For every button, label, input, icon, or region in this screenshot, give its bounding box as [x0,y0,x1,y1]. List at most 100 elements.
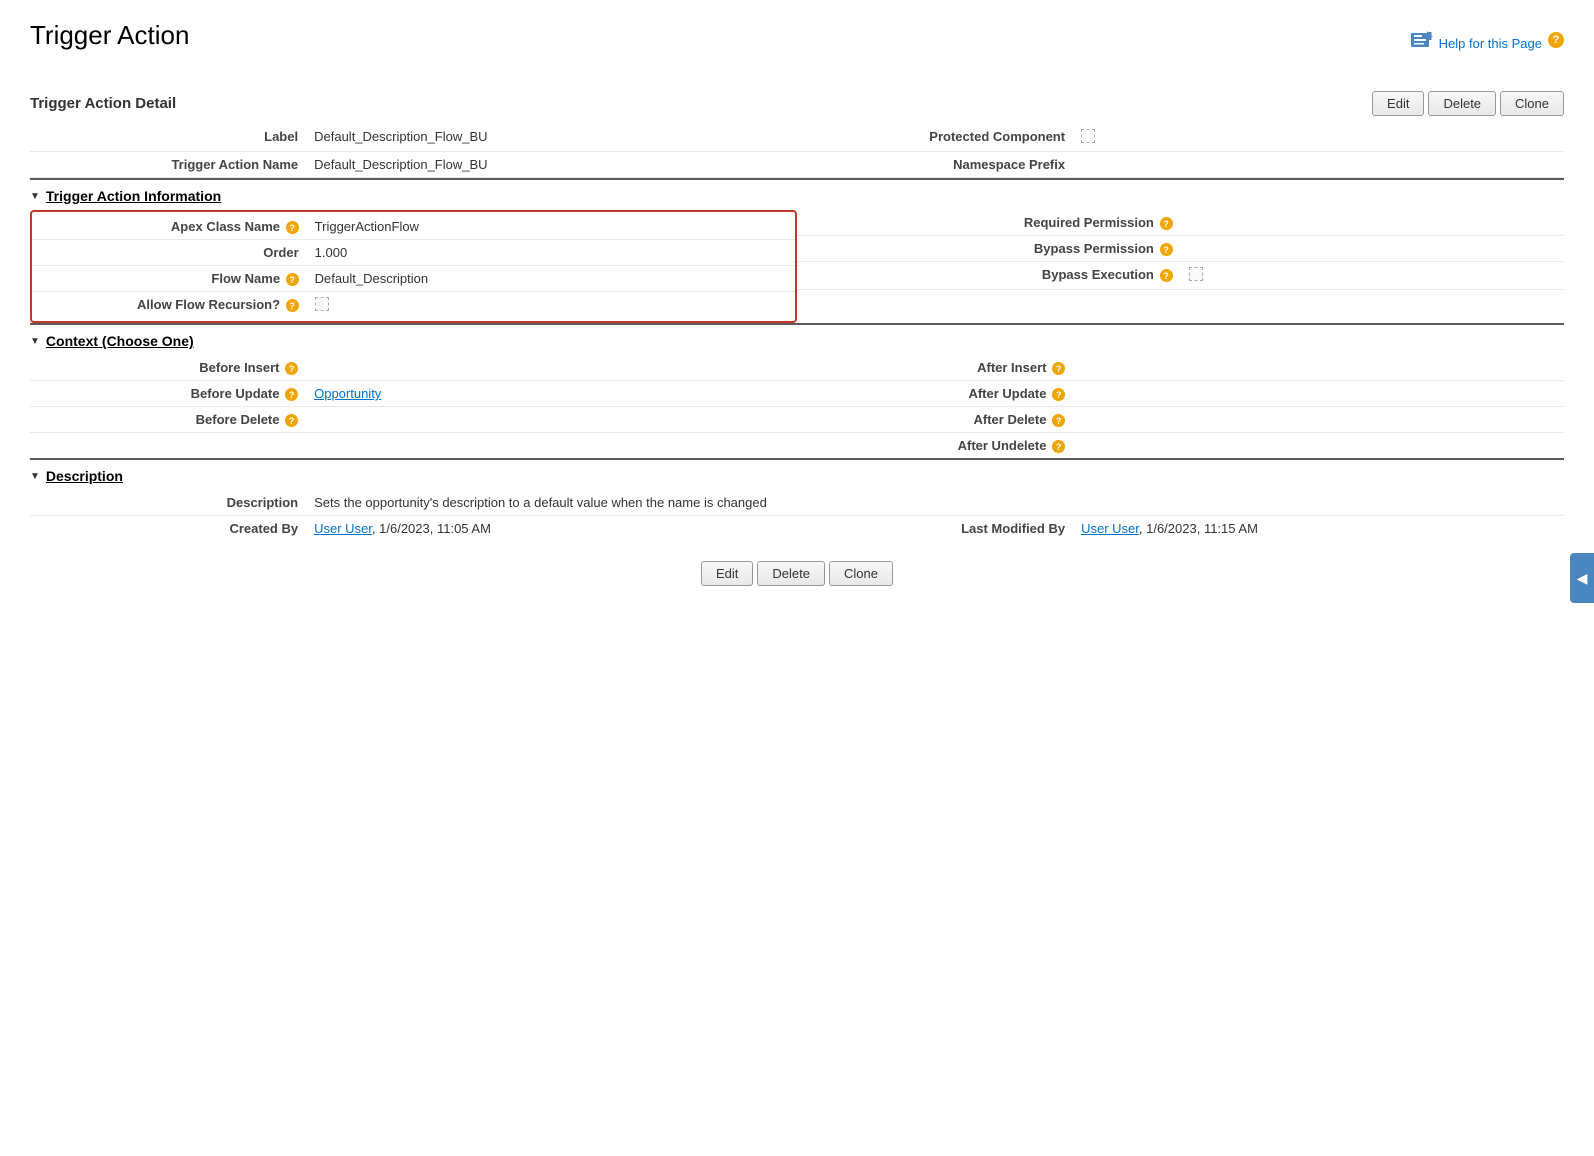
description-collapse-icon[interactable]: ▼ [30,471,40,482]
description-section: ▼ Description Description Sets the oppor… [30,458,1564,541]
delete-button-bottom[interactable]: Delete [757,561,825,586]
bypass-execution-value [1181,262,1565,290]
allow-flow-recursion-checkbox [315,297,329,311]
last-modified-date: , 1/6/2023, 11:15 AM [1139,521,1258,536]
after-delete-key: After Delete ? [797,407,1073,433]
detail-header: Trigger Action Detail Edit Delete Clone [30,81,1564,124]
edit-button-top[interactable]: Edit [1372,91,1424,116]
last-modified-key: Last Modified By [797,516,1073,542]
after-delete-help[interactable]: ? [1052,414,1065,427]
bypass-execution-help[interactable]: ? [1160,269,1173,282]
table-row: Before Update ? Opportunity After Update… [30,381,1564,407]
flow-name-value: Default_Description [307,266,795,292]
bypass-execution-key: Bypass Execution ? [797,262,1181,290]
detail-section: Trigger Action Detail Edit Delete Clone … [30,81,1564,178]
before-delete-key: Before Delete ? [30,407,306,433]
table-row: Flow Name ? Default_Description [32,266,795,292]
delete-button-top[interactable]: Delete [1428,91,1496,116]
before-update-help[interactable]: ? [285,388,298,401]
after-undelete-key: After Undelete ? [797,433,1073,459]
required-permission-value [1181,210,1565,236]
right-fields-table: Required Permission ? Bypass Permission … [797,210,1564,300]
allow-flow-recursion-value [307,292,795,320]
before-update-value: Opportunity [306,381,797,407]
table-row: Before Delete ? After Delete ? [30,407,1564,433]
help-link-text: Help for this Page [1439,36,1542,51]
protected-component-value [1073,124,1564,152]
after-insert-key: After Insert ? [797,355,1073,381]
table-row: After Undelete ? [30,433,1564,459]
description-key: Description [30,490,306,516]
last-modified-value: User User, 1/6/2023, 11:15 AM [1073,516,1564,542]
after-update-key: After Update ? [797,381,1073,407]
help-link[interactable]: Help for this Page [1439,36,1542,51]
description-title-area: ▼ Description [30,468,123,484]
detail-button-group: Edit Delete Clone [1372,91,1564,116]
apex-class-name-help[interactable]: ? [286,221,299,234]
order-key: Order [32,240,307,266]
bypass-permission-help[interactable]: ? [1160,243,1173,256]
context-collapse-icon[interactable]: ▼ [30,336,40,347]
after-insert-help[interactable]: ? [1052,362,1065,375]
sidebar-handle[interactable]: ◀ [1570,553,1594,603]
description-section-header: ▼ Description [30,458,1564,490]
detail-fields-table: Label Default_Description_Flow_BU Protec… [30,124,1564,178]
trigger-action-name-value: Default_Description_Flow_BU [306,152,797,178]
table-row: Label Default_Description_Flow_BU Protec… [30,124,1564,152]
clone-button-bottom[interactable]: Clone [829,561,893,586]
flow-name-key: Flow Name ? [32,266,307,292]
table-row: Order 1.000 [32,240,795,266]
before-delete-help[interactable]: ? [285,414,298,427]
last-modified-user-link[interactable]: User User [1081,521,1139,536]
description-value: Sets the opportunity's description to a … [306,490,1564,516]
before-insert-help[interactable]: ? [285,362,298,375]
after-undelete-value [1073,433,1564,459]
table-row: Before Insert ? After Insert ? [30,355,1564,381]
bypass-permission-value [1181,236,1565,262]
context-section-header: ▼ Context (Choose One) [30,323,1564,355]
flow-name-help[interactable]: ? [286,273,299,286]
collapse-icon[interactable]: ▼ [30,191,40,202]
created-by-date: , 1/6/2023, 11:05 AM [372,521,491,536]
help-page-icon [1411,31,1433,49]
created-by-key: Created By [30,516,306,542]
created-by-user-link[interactable]: User User [314,521,372,536]
after-update-help[interactable]: ? [1052,388,1065,401]
context-title-area: ▼ Context (Choose One) [30,333,194,349]
apex-class-name-value: TriggerActionFlow [307,214,795,240]
after-delete-value [1073,407,1564,433]
table-row [797,290,1564,301]
table-row: Created By User User, 1/6/2023, 11:05 AM… [30,516,1564,542]
clone-button-top[interactable]: Clone [1500,91,1564,116]
table-row: Allow Flow Recursion? ? [32,292,795,320]
edit-button-bottom[interactable]: Edit [701,561,753,586]
description-section-title: Description [46,468,123,484]
context-fields-table: Before Insert ? After Insert ? Before Up… [30,355,1564,458]
before-insert-value [306,355,797,381]
trigger-info-section-title: Trigger Action Information [46,188,221,204]
before-update-key: Before Update ? [30,381,306,407]
detail-section-title: Trigger Action Detail [30,95,176,112]
trigger-action-name-key: Trigger Action Name [30,152,306,178]
after-undelete-help[interactable]: ? [1052,440,1065,453]
protected-component-key: Protected Component [797,124,1073,152]
bottom-buttons: Edit Delete Clone [701,561,893,586]
bypass-execution-checkbox [1189,267,1203,281]
protected-component-checkbox [1081,129,1095,143]
before-insert-key: Before Insert ? [30,355,306,381]
bypass-permission-key: Bypass Permission ? [797,236,1181,262]
trigger-info-section-header: ▼ Trigger Action Information [30,178,1564,210]
after-update-value [1073,381,1564,407]
before-update-link[interactable]: Opportunity [314,386,381,401]
namespace-prefix-value [1073,152,1564,178]
label-field-key: Label [30,124,306,152]
help-question-icon[interactable]: ? [1548,32,1564,48]
trigger-info-content: Apex Class Name ? TriggerActionFlow Orde… [30,210,1564,323]
table-row: Trigger Action Name Default_Description_… [30,152,1564,178]
allow-flow-recursion-help[interactable]: ? [286,299,299,312]
table-row: Bypass Permission ? [797,236,1564,262]
label-field-value: Default_Description_Flow_BU [306,124,797,152]
trigger-info-title-area: ▼ Trigger Action Information [30,188,221,204]
before-delete-value [306,407,797,433]
required-permission-help[interactable]: ? [1160,217,1173,230]
